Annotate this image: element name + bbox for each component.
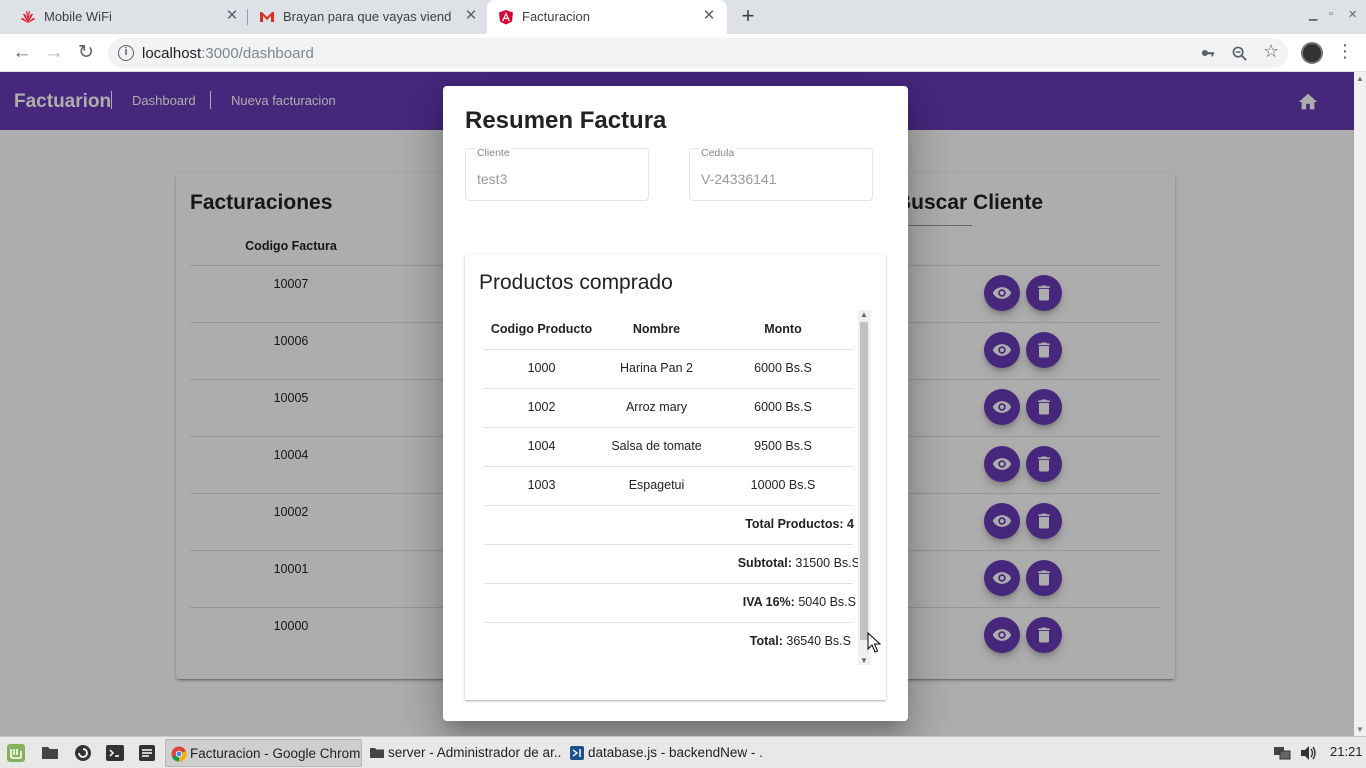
clock: 21:21 [1330, 744, 1363, 759]
mouse-cursor-icon [867, 632, 881, 653]
tab-strip: Mobile WiFi ✕ Brayan para que vayas vien… [0, 0, 1366, 34]
network-icon[interactable] [1273, 744, 1291, 762]
subtotal-label: Subtotal: [737, 556, 792, 570]
huawei-icon [21, 10, 35, 23]
column-header-name: Nombre [632, 322, 681, 336]
product-amount: 6000 Bs.S [754, 400, 812, 414]
product-code: 1004 [527, 439, 556, 453]
folder-icon [370, 748, 384, 758]
refresh-icon[interactable] [73, 743, 93, 763]
url-text: localhost:3000/dashboard [142, 45, 314, 62]
task-label: database.js - backendNew - ... [588, 745, 762, 760]
invoice-summary-dialog: Resumen Factura Cliente test3 Cedula V-2… [443, 86, 908, 721]
forward-icon[interactable]: → [43, 42, 65, 64]
avatar[interactable] [1301, 42, 1323, 64]
task-chrome[interactable]: Facturacion - Google Chrome [165, 739, 362, 767]
back-icon[interactable]: ← [11, 42, 33, 64]
product-amount: 6000 Bs.S [754, 361, 812, 375]
product-name: Salsa de tomate [611, 439, 702, 453]
close-icon[interactable]: ✕ [701, 8, 717, 24]
close-icon[interactable]: ✕ [224, 8, 240, 24]
product-amount: 9500 Bs.S [754, 439, 812, 453]
tab-mobile-wifi[interactable]: Mobile WiFi ✕ [0, 0, 247, 34]
products-table[interactable]: Codigo Producto Nombre Monto 1000 Harina… [484, 310, 871, 665]
folder-icon[interactable] [40, 743, 60, 763]
column-header-amount: Monto [764, 322, 802, 336]
volume-icon[interactable] [1299, 744, 1317, 762]
browser-toolbar: ← → ↻ i localhost:3000/dashboard ☆ ⋮ [0, 34, 1366, 72]
maximize-icon[interactable]: ▫ [1329, 8, 1333, 20]
close-window-icon[interactable]: ✕ [1348, 8, 1357, 21]
close-icon[interactable]: ✕ [463, 8, 479, 24]
iva-label: IVA 16%: [742, 595, 795, 609]
tab-gmail[interactable]: Brayan para que vayas viendo ✕ [248, 0, 486, 34]
scroll-up-icon[interactable]: ▲ [860, 310, 868, 319]
product-name: Espagetui [628, 478, 685, 492]
chrome-icon [171, 746, 187, 762]
task-label: server - Administrador de ar... [388, 745, 562, 760]
scroll-up-icon[interactable]: ▲ [1356, 74, 1364, 83]
page-viewport: Factuarion Dashboard Nueva facturacion F… [0, 72, 1354, 736]
menu-icon[interactable]: ⋮ [1336, 40, 1354, 62]
client-label: Cliente [475, 147, 512, 159]
dialog-title: Resumen Factura [465, 107, 667, 134]
scroll-down-icon[interactable]: ▼ [1356, 725, 1364, 734]
total-value: 36540 Bs.S [782, 634, 851, 648]
tab-facturacion[interactable]: Facturacion ✕ [487, 0, 727, 34]
cedula-field[interactable]: Cedula V-24336141 [689, 147, 873, 201]
products-scrollbar[interactable]: ▲ ▼ [858, 310, 871, 665]
iva-value: 5040 Bs.S [794, 595, 856, 609]
page-scrollbar[interactable]: ▲ ▼ [1354, 72, 1366, 736]
taskbar: Facturacion - Google Chrome server - Adm… [0, 736, 1366, 768]
task-file-manager[interactable]: server - Administrador de ar... [364, 739, 562, 767]
text-editor-icon[interactable] [137, 743, 157, 763]
tab-title: Brayan para que vayas viendo [283, 9, 451, 24]
total-row: Total: 36540 Bs.S [750, 622, 851, 661]
products-card: Productos comprado Codigo Producto Nombr… [465, 254, 886, 700]
cedula-value: V-24336141 [701, 171, 777, 187]
task-label: Facturacion - Google Chrome [190, 746, 362, 761]
star-icon[interactable]: ☆ [1263, 41, 1279, 62]
product-code: 1003 [527, 478, 556, 492]
subtotal-row: Subtotal: 31500 Bs.S [738, 544, 860, 583]
iva-row: IVA 16%: 5040 Bs.S [743, 583, 856, 622]
vscode-icon [570, 746, 584, 760]
total-label: Total: [749, 634, 783, 648]
task-vscode[interactable]: database.js - backendNew - ... [564, 739, 762, 767]
column-header-code: Codigo Producto [490, 322, 593, 336]
products-title: Productos comprado [479, 271, 673, 294]
zoom-icon[interactable] [1232, 46, 1247, 61]
info-icon[interactable]: i [118, 45, 134, 61]
url-host: localhost [142, 45, 202, 62]
key-icon[interactable] [1201, 46, 1215, 60]
terminal-icon[interactable] [105, 743, 125, 763]
scrollbar-thumb[interactable] [860, 322, 868, 640]
tab-title: Facturacion [522, 9, 590, 24]
product-name: Harina Pan 2 [620, 361, 693, 375]
product-code: 1002 [527, 400, 556, 414]
subtotal-value: 31500 Bs.S [791, 556, 860, 570]
total-products: Total Productos: 4 [745, 517, 854, 531]
reload-icon[interactable]: ↻ [75, 42, 97, 64]
client-field[interactable]: Cliente test3 [465, 147, 649, 201]
tab-title: Mobile WiFi [44, 9, 112, 24]
product-amount: 10000 Bs.S [750, 478, 816, 492]
product-code: 1000 [527, 361, 556, 375]
minimize-icon[interactable]: ▁ [1309, 8, 1317, 21]
address-bar[interactable]: i localhost:3000/dashboard ☆ [108, 38, 1288, 68]
product-name: Arroz mary [625, 400, 688, 414]
new-tab-button[interactable]: + [737, 5, 759, 28]
scroll-down-icon[interactable]: ▼ [860, 656, 868, 665]
client-value: test3 [477, 171, 508, 187]
url-path: :3000/dashboard [201, 45, 314, 62]
gmail-icon [260, 12, 274, 22]
cedula-label: Cedula [699, 147, 737, 159]
mint-menu-icon[interactable] [6, 743, 26, 763]
angular-icon [499, 10, 513, 25]
